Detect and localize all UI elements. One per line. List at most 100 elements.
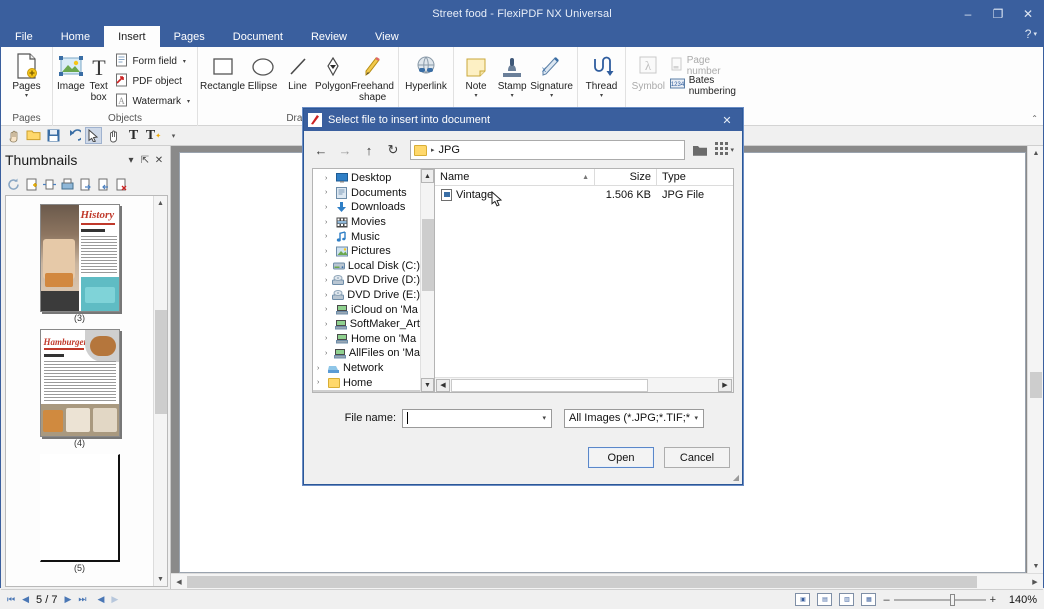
folder-browse-icon[interactable] (691, 140, 709, 160)
tab-pages[interactable]: Pages (160, 26, 219, 47)
list-item[interactable]: Hamburger (4) (39, 329, 120, 448)
save-icon[interactable] (45, 127, 62, 144)
back-view-button[interactable]: ◀ (97, 594, 104, 605)
file-list-hscroll-track[interactable] (451, 378, 717, 392)
doc-hscroll-track[interactable] (187, 574, 1027, 590)
doc-scroll-left-icon[interactable]: ◀ (171, 578, 187, 586)
expand-caret-icon[interactable]: › (325, 321, 332, 328)
doc-hscroll-thumb[interactable] (187, 575, 977, 588)
tree-item-jpg[interactable]: JPG (313, 389, 420, 392)
tree-item-documents[interactable]: › Documents (313, 186, 420, 201)
scroll-down-icon[interactable]: ▼ (154, 572, 168, 586)
doc-scroll-right-icon[interactable]: ▶ (1027, 578, 1043, 586)
insert-text-box-button[interactable]: T Text box (85, 50, 113, 103)
previous-page-button[interactable]: ◀ (22, 594, 29, 605)
tab-view[interactable]: View (361, 26, 413, 47)
cancel-button[interactable]: Cancel (664, 447, 730, 468)
tree-item-music[interactable]: › Music (313, 229, 420, 244)
undo-icon[interactable] (65, 127, 82, 144)
text-tool-icon[interactable]: T (125, 127, 142, 144)
file-name-input[interactable]: ▾ (402, 408, 552, 428)
scrollbar-thumb[interactable] (154, 310, 167, 414)
draw-polygon-button[interactable]: Polygon (315, 50, 351, 93)
expand-caret-icon[interactable]: › (325, 292, 329, 299)
tree-item-home[interactable]: › Home (313, 375, 420, 390)
zoom-slider-knob[interactable] (949, 593, 955, 606)
page-thumbnail-5[interactable] (39, 454, 120, 562)
last-page-button[interactable]: ⏭ (78, 594, 86, 605)
column-header-type[interactable]: Type (657, 169, 733, 185)
resize-page-icon[interactable] (42, 177, 57, 192)
view-mode-facing[interactable]: ▥ (839, 593, 855, 606)
tree-item-network[interactable]: › Network (313, 361, 420, 376)
help-button[interactable]: ? ▾ (1025, 27, 1037, 41)
expand-caret-icon[interactable]: › (325, 277, 329, 284)
file-type-filter-caret-icon[interactable]: ▾ (691, 414, 701, 422)
tree-item-icloud-on-mac[interactable]: › iCloud on 'Ma (313, 302, 420, 317)
expand-caret-icon[interactable]: › (325, 204, 332, 211)
view-mode-book[interactable]: ▦ (861, 593, 877, 606)
tree-scrollbar-track[interactable] (421, 183, 435, 378)
file-list[interactable]: Name ▲ Size Type Vintage 1.506 KB JPG Fi… (434, 168, 734, 393)
insert-note-button[interactable]: Note ▾ (458, 50, 494, 99)
file-list-horizontal-scrollbar[interactable]: ◀ ▶ (435, 377, 733, 392)
tree-scroll-down-icon[interactable]: ▼ (421, 378, 434, 392)
form-field-button[interactable]: Form field ▾ (112, 52, 193, 71)
document-vertical-scrollbar[interactable]: ▲ ▼ (1027, 146, 1043, 573)
folder-tree[interactable]: › Desktop › Documents › Downloads › Movi… (312, 168, 434, 393)
text-add-tool-icon[interactable]: T ✦ (145, 127, 162, 144)
expand-caret-icon[interactable]: › (325, 175, 332, 182)
dialog-close-button[interactable]: ✕ (716, 114, 738, 127)
delete-page-icon[interactable] (114, 177, 129, 192)
thumbnails-list[interactable]: History (3) Hamburger (4) (5) ▲ ▼ (5, 195, 168, 587)
tab-document[interactable]: Document (219, 26, 297, 47)
insert-thread-button[interactable]: Thread ▾ (582, 50, 621, 99)
expand-caret-icon[interactable]: › (325, 219, 332, 226)
zoom-in-button[interactable]: + (990, 594, 996, 606)
restore-button[interactable]: ❐ (983, 1, 1013, 26)
list-item[interactable]: (5) (39, 454, 120, 573)
insert-symbol-button[interactable]: λ Symbol (630, 50, 667, 93)
select-arrow-icon[interactable] (85, 127, 102, 144)
insert-pages-button[interactable]: Pages ▾ (5, 50, 48, 99)
toolbar-overflow-icon[interactable]: ▾ (165, 127, 182, 144)
tree-scrollbar-thumb[interactable] (421, 219, 434, 291)
collapse-ribbon-button[interactable]: ⌃ (1031, 114, 1038, 123)
first-page-button[interactable]: ⏮ (7, 594, 15, 605)
insert-signature-button[interactable]: x Signature ▾ (530, 50, 573, 99)
panel-pin-icon[interactable]: ⇱ (138, 155, 152, 166)
forward-view-button[interactable]: ▶ (111, 594, 118, 605)
address-bar[interactable]: ▸ JPG (410, 140, 686, 160)
file-list-scroll-left-icon[interactable]: ◀ (436, 378, 450, 392)
tree-item-softmaker-art[interactable]: › SoftMaker_Art (313, 317, 420, 332)
open-button[interactable]: Open (588, 447, 654, 468)
expand-caret-icon[interactable]: › (325, 248, 332, 255)
column-header-name[interactable]: Name ▲ (435, 169, 595, 185)
import-page-icon[interactable] (96, 177, 111, 192)
draw-freehand-shape-button[interactable]: Freehand shape (351, 50, 394, 103)
insert-stamp-button[interactable]: Stamp ▾ (494, 50, 530, 99)
expand-caret-icon[interactable]: › (325, 189, 332, 196)
page-thumbnail-4[interactable]: Hamburger (39, 329, 120, 437)
view-mode-single-page[interactable]: ▣ (795, 593, 811, 606)
refresh-icon[interactable] (6, 177, 21, 192)
expand-caret-icon[interactable]: › (317, 379, 324, 386)
watermark-button[interactable]: A Watermark ▾ (112, 92, 193, 111)
thumbnails-scrollbar[interactable]: ▲ ▼ (153, 196, 167, 586)
tree-item-desktop[interactable]: › Desktop (313, 171, 420, 186)
scroll-up-icon[interactable]: ▲ (154, 196, 168, 210)
export-page-icon[interactable] (78, 177, 93, 192)
file-type-filter-dropdown[interactable]: All Images (*.JPG;*.TIF;*.BMP;*.I ▾ (564, 408, 704, 428)
panel-close-icon[interactable]: ✕ (152, 155, 166, 166)
insert-hyperlink-button[interactable]: Hyperlink (403, 50, 449, 93)
close-button[interactable]: ✕ (1013, 1, 1043, 26)
tree-item-downloads[interactable]: › Downloads (313, 200, 420, 215)
tree-item-pictures[interactable]: › Pictures (313, 244, 420, 259)
up-button[interactable]: ↑ (360, 140, 378, 160)
tree-item-local-disk-c[interactable]: › Local Disk (C:) (313, 259, 420, 274)
expand-caret-icon[interactable]: › (325, 350, 331, 357)
minimize-button[interactable]: – (953, 1, 983, 26)
tree-item-dvd-drive-e[interactable]: › DVD Drive (E:) (313, 288, 420, 303)
scan-page-icon[interactable] (60, 177, 75, 192)
column-header-size[interactable]: Size (595, 169, 657, 185)
